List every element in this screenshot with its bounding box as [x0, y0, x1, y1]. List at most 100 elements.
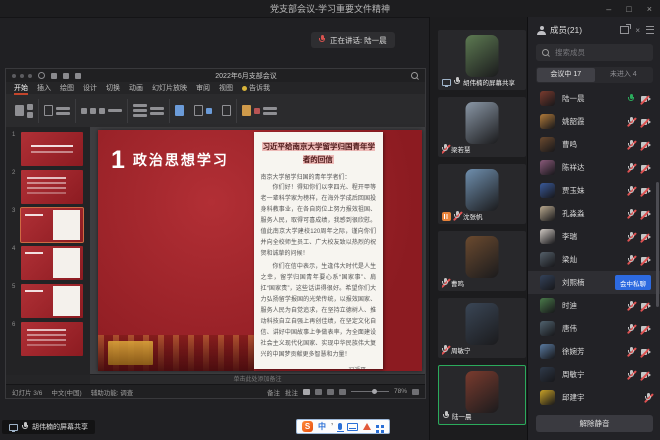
- member-search[interactable]: [536, 44, 653, 61]
- undo-icon[interactable]: [63, 73, 69, 79]
- paste-button[interactable]: [10, 98, 38, 124]
- maximize-button[interactable]: □: [626, 4, 631, 14]
- wps-tab-5[interactable]: 切换: [106, 83, 120, 93]
- wps-tab-9[interactable]: 视图: [219, 83, 233, 93]
- member-list-scrollbar[interactable]: [656, 182, 659, 307]
- slideshow-icon[interactable]: [339, 389, 346, 395]
- zoom-slider-knob[interactable]: [372, 389, 377, 394]
- ime-voice-icon[interactable]: [338, 423, 342, 430]
- member-row[interactable]: 周敏宁: [528, 363, 660, 386]
- ime-keyboard-icon[interactable]: [347, 423, 358, 431]
- save-icon[interactable]: [51, 73, 57, 79]
- paragraph-controls[interactable]: [128, 98, 169, 124]
- camera-off-icon[interactable]: [641, 187, 651, 194]
- mic-on-icon[interactable]: [628, 94, 634, 104]
- member-tab-2[interactable]: 未进入 4: [595, 68, 653, 82]
- camera-off-icon[interactable]: [641, 164, 651, 171]
- camera-off-icon[interactable]: [641, 256, 651, 263]
- tell-me-button[interactable]: 告诉我: [242, 83, 270, 93]
- wps-tab-1[interactable]: 开始: [14, 83, 28, 93]
- slide-thumbnail-1[interactable]: 1: [6, 130, 90, 168]
- camera-off-icon[interactable]: [641, 348, 651, 355]
- textbox-button[interactable]: [217, 98, 236, 124]
- mic-off-icon[interactable]: [628, 140, 634, 150]
- close-button[interactable]: ×: [647, 4, 652, 14]
- camera-off-icon[interactable]: [641, 325, 651, 332]
- member-row[interactable]: 时迪: [528, 294, 660, 317]
- mic-off-icon[interactable]: [645, 393, 651, 403]
- wps-tab-2[interactable]: 插入: [37, 83, 51, 93]
- mic-off-icon[interactable]: [628, 370, 634, 380]
- close-panel-icon[interactable]: ×: [635, 26, 640, 35]
- member-row[interactable]: 陆一晨: [528, 87, 660, 110]
- video-tile-6[interactable]: 陆一晨: [438, 365, 526, 425]
- private-chat-button[interactable]: 会中私聊: [615, 275, 651, 290]
- ime-skin-icon[interactable]: [363, 423, 371, 430]
- camera-off-icon[interactable]: [641, 141, 651, 148]
- video-tile-3[interactable]: 沈张帆: [438, 164, 526, 224]
- minimize-button[interactable]: –: [606, 4, 611, 14]
- mic-off-icon[interactable]: [628, 117, 634, 127]
- ime-toolbox-icon[interactable]: [376, 425, 379, 428]
- member-row[interactable]: 刘熙楠会中私聊: [528, 271, 660, 294]
- popout-panel-icon[interactable]: [620, 26, 629, 34]
- member-row[interactable]: 徐婉芳: [528, 340, 660, 363]
- member-row[interactable]: 陈祥达: [528, 156, 660, 179]
- camera-off-icon[interactable]: [641, 95, 651, 102]
- reading-view-icon[interactable]: [327, 389, 334, 395]
- font-controls[interactable]: [76, 98, 127, 124]
- editing-controls[interactable]: [237, 98, 282, 124]
- language-indicator[interactable]: 中文(中国): [51, 387, 81, 397]
- notes-toggle[interactable]: 备注: [267, 387, 280, 397]
- fit-to-window-icon[interactable]: [412, 389, 419, 395]
- member-row[interactable]: 李瑞: [528, 225, 660, 248]
- wps-tab-6[interactable]: 动画: [129, 83, 143, 93]
- mic-off-icon[interactable]: [628, 163, 634, 173]
- normal-view-icon[interactable]: [303, 389, 310, 395]
- wps-tab-3[interactable]: 绘图: [60, 83, 74, 93]
- video-tile-4[interactable]: 曹鸣: [438, 231, 526, 291]
- mic-off-icon[interactable]: [628, 347, 634, 357]
- slide-thumbnail-6[interactable]: 6: [6, 320, 90, 358]
- mic-off-icon[interactable]: [628, 232, 634, 242]
- picture-button[interactable]: [170, 98, 189, 124]
- mic-off-icon[interactable]: [628, 255, 634, 265]
- wps-tab-7[interactable]: 幻灯片放映: [152, 83, 187, 93]
- comments-toggle[interactable]: 批注: [285, 387, 298, 397]
- zoom-slider[interactable]: [351, 391, 389, 392]
- camera-off-icon[interactable]: [641, 371, 651, 378]
- ime-logo-icon[interactable]: S: [302, 421, 313, 432]
- member-row[interactable]: 梁灿: [528, 248, 660, 271]
- wps-tab-4[interactable]: 设计: [83, 83, 97, 93]
- redo-icon[interactable]: [75, 73, 81, 79]
- unmute-button[interactable]: 解除静音: [536, 415, 653, 432]
- camera-off-icon[interactable]: [641, 302, 651, 309]
- mic-off-icon[interactable]: [628, 301, 634, 311]
- member-row[interactable]: 姚韶霞: [528, 110, 660, 133]
- video-tile-1[interactable]: 胡伟楠的屏幕共享: [438, 30, 526, 90]
- slide-sorter-icon[interactable]: [315, 389, 322, 395]
- member-row[interactable]: 唐伟: [528, 317, 660, 340]
- camera-off-icon[interactable]: [641, 118, 651, 125]
- video-tile-2[interactable]: 梁若慧: [438, 97, 526, 157]
- slide-thumbnail-5[interactable]: 5: [6, 282, 90, 320]
- slide-thumbnail-3[interactable]: 3: [6, 206, 90, 244]
- camera-off-icon[interactable]: [641, 233, 651, 240]
- member-tab-1[interactable]: 会议中 17: [537, 68, 595, 82]
- panel-menu-icon[interactable]: [646, 26, 654, 34]
- accessibility-indicator[interactable]: 辅助功能: 调查: [91, 387, 134, 397]
- slide-thumbnail-4[interactable]: 4: [6, 244, 90, 282]
- search-icon[interactable]: [411, 72, 419, 80]
- slide-thumbnail-2[interactable]: 2: [6, 168, 90, 206]
- camera-off-icon[interactable]: [641, 210, 651, 217]
- mic-off-icon[interactable]: [628, 209, 634, 219]
- ime-punctuation-toggle[interactable]: ’: [331, 422, 333, 431]
- member-row[interactable]: 贾玉妹: [528, 179, 660, 202]
- member-search-input[interactable]: [553, 47, 647, 58]
- new-slide-button[interactable]: [39, 98, 75, 124]
- ime-language-toggle[interactable]: 中: [318, 421, 326, 432]
- mic-off-icon[interactable]: [628, 324, 634, 334]
- wps-tab-8[interactable]: 审阅: [196, 83, 210, 93]
- shapes-button[interactable]: [189, 98, 217, 124]
- video-tile-5[interactable]: 周敏宁: [438, 298, 526, 358]
